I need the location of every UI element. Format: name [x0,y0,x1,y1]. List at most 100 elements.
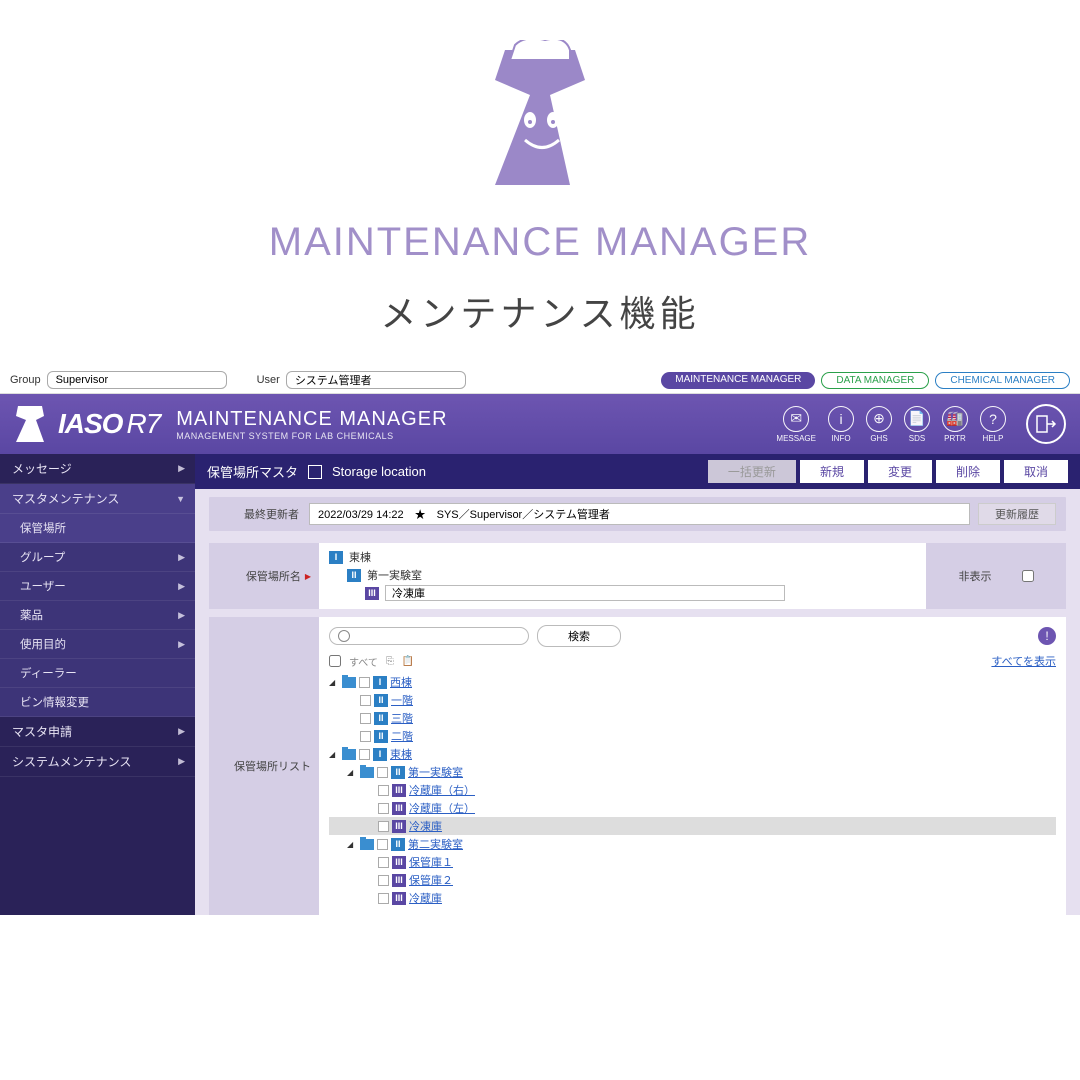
location-name-input[interactable] [385,585,785,601]
tree-label[interactable]: 第二実験室 [408,836,463,852]
tree-label[interactable]: 保管庫２ [409,872,453,888]
cancel-button[interactable]: 取消 [1004,460,1068,483]
exit-button[interactable] [1026,404,1066,444]
pill-maintenance-manager[interactable]: MAINTENANCE MANAGER [661,372,815,389]
sidebar-item[interactable]: システムメンテナンス▶ [0,747,195,777]
brand-logo-icon [14,404,48,444]
tree-row[interactable]: III保管庫２ [329,871,1056,889]
tree-row[interactable]: III冷蔵庫（左） [329,799,1056,817]
page-icon [308,465,322,479]
pill-data-manager[interactable]: DATA MANAGER [821,372,929,389]
tree-checkbox[interactable] [359,677,370,688]
group-label: Group [10,374,41,386]
tree-label[interactable]: 東棟 [390,746,412,762]
brand-name: IASOR7 [58,408,160,440]
bulk-update-button[interactable]: 一括更新 [708,460,796,483]
tree-checkbox[interactable] [377,767,388,778]
info-icon[interactable]: iINFO [828,406,854,443]
tree-row[interactable]: III冷凍庫 [329,817,1056,835]
level-badge: III [392,784,406,797]
header-banner: IASOR7 MAINTENANCE MANAGER MANAGEMENT SY… [0,394,1080,454]
message-icon[interactable]: ✉MESSAGE [776,406,816,443]
prtr-icon[interactable]: 🏭PRTR [942,406,968,443]
history-button[interactable]: 更新履歴 [978,503,1056,525]
level-badge: III [392,874,406,887]
tree-row[interactable]: II三階 [329,709,1056,727]
sidebar-item[interactable]: マスタ申請▶ [0,717,195,747]
tree-checkbox[interactable] [378,857,389,868]
tree-row[interactable]: II二階 [329,727,1056,745]
select-all-label: すべて [349,654,378,669]
tree-row[interactable]: ◢I西棟 [329,673,1056,691]
loc-level2: 第一実験室 [367,567,422,583]
hidden-checkbox[interactable] [1022,570,1034,582]
location-list-label: 保管場所リスト [209,617,319,915]
tree-row[interactable]: ◢II第二実験室 [329,835,1056,853]
pill-chemical-manager[interactable]: CHEMICAL MANAGER [935,372,1070,389]
ghs-icon[interactable]: ⊕GHS [866,406,892,443]
sidebar-subitem[interactable]: ユーザー▶ [0,572,195,601]
tree-checkbox[interactable] [378,875,389,886]
app-frame: Group User MAINTENANCE MANAGER DATA MANA… [0,367,1080,915]
page-header: 保管場所マスタ Storage location 一括更新 新規 変更 削除 取… [195,454,1080,489]
tree-row[interactable]: III冷蔵庫 [329,889,1056,907]
tree-label[interactable]: 西棟 [390,674,412,690]
edit-button[interactable]: 変更 [868,460,932,483]
tree-checkbox[interactable] [360,731,371,742]
tree-row[interactable]: II一階 [329,691,1056,709]
level-badge: III [392,856,406,869]
sidebar-subitem[interactable]: 薬品▶ [0,601,195,630]
tree-checkbox[interactable] [377,839,388,850]
sidebar-subitem[interactable]: 保管場所 [0,514,195,543]
level-badge: II [374,694,388,707]
tree-row[interactable]: III冷蔵庫（右） [329,781,1056,799]
tree-label[interactable]: 冷蔵庫（右） [409,782,475,798]
sidebar-item[interactable]: マスタメンテナンス▼ [0,484,195,514]
level-badge: I [373,676,387,689]
tree-checkbox[interactable] [360,695,371,706]
group-input[interactable] [47,371,227,389]
location-name-panel: 保管場所名▶ I東棟 II第一実験室 III 非表示 [209,543,1066,609]
search-button[interactable]: 検索 [537,625,621,647]
copy-icon[interactable]: ⎘ [386,656,394,667]
app-title: MAINTENANCE MANAGER [176,408,447,431]
tree-row[interactable]: III保管庫１ [329,853,1056,871]
level2-icon: II [347,569,361,582]
tree-label[interactable]: 第一実験室 [408,764,463,780]
tree-label[interactable]: 二階 [391,728,413,744]
user-input[interactable] [286,371,466,389]
folder-icon [342,677,356,688]
tree-label[interactable]: 冷蔵庫 [409,890,442,906]
search-input[interactable] [329,627,529,645]
info-icon[interactable]: ! [1038,627,1056,645]
show-all-link[interactable]: すべてを表示 [991,653,1056,669]
tree-checkbox[interactable] [378,893,389,904]
promo-title: MAINTENANCE MANAGER [0,220,1080,265]
sds-icon[interactable]: 📄SDS [904,406,930,443]
sidebar-subitem[interactable]: ビン情報変更 [0,688,195,717]
tree-label[interactable]: 冷蔵庫（左） [409,800,475,816]
tree-label[interactable]: 三階 [391,710,413,726]
tree-label[interactable]: 保管庫１ [409,854,453,870]
tree-row[interactable]: ◢I東棟 [329,745,1056,763]
sidebar-subitem[interactable]: グループ▶ [0,543,195,572]
tree-checkbox[interactable] [378,803,389,814]
sidebar-item[interactable]: メッセージ▶ [0,454,195,484]
tree-checkbox[interactable] [378,785,389,796]
promo-subtitle: メンテナンス機能 [0,285,1080,337]
tree-row[interactable]: ◢II第一実験室 [329,763,1056,781]
help-icon[interactable]: ?HELP [980,406,1006,443]
new-button[interactable]: 新規 [800,460,864,483]
tree-checkbox[interactable] [359,749,370,760]
sidebar-subitem[interactable]: 使用目的▶ [0,630,195,659]
location-list-panel: 保管場所リスト 検索 ! すべて ⎘ 📋 すべてを表示 ◢I西棟II一階I [209,617,1066,915]
sidebar-subitem[interactable]: ディーラー [0,659,195,688]
tree-label[interactable]: 冷凍庫 [409,818,442,834]
level-badge: III [392,820,406,833]
delete-button[interactable]: 削除 [936,460,1000,483]
select-all-checkbox[interactable] [329,655,341,667]
tree-checkbox[interactable] [360,713,371,724]
tree-checkbox[interactable] [378,821,389,832]
tree-label[interactable]: 一階 [391,692,413,708]
paste-icon[interactable]: 📋 [402,656,414,667]
